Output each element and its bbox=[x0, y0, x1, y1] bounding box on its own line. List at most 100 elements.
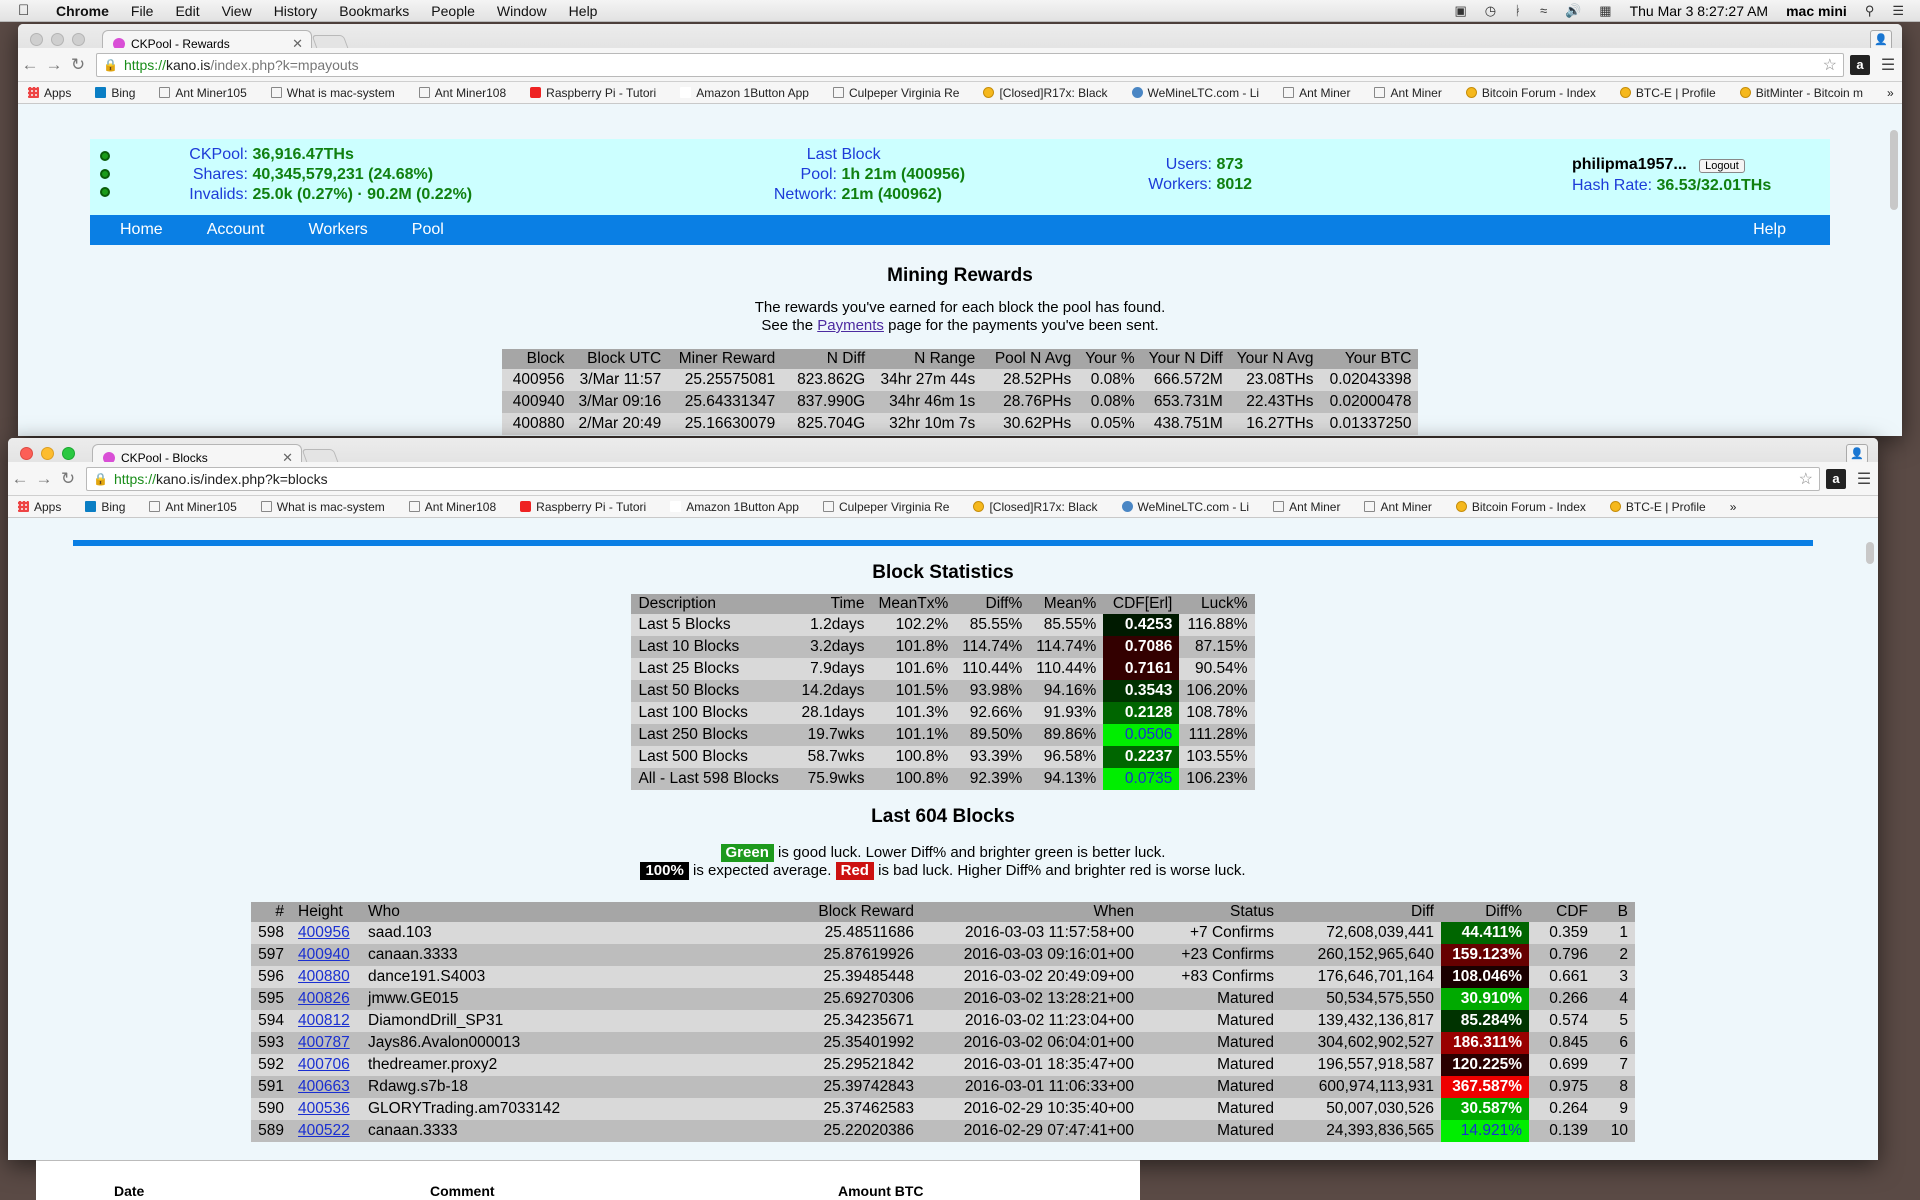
bookmark-item[interactable]: Raspberry Pi - Tutori bbox=[530, 86, 656, 100]
column-header[interactable]: Mean% bbox=[1029, 594, 1104, 614]
column-header[interactable]: CDF[Erl] bbox=[1103, 594, 1180, 614]
nav-account[interactable]: Account bbox=[207, 221, 265, 239]
nav-home[interactable]: Home bbox=[120, 221, 163, 239]
block-height-link[interactable]: 400956 bbox=[298, 924, 350, 941]
bookmark-item[interactable]: Ant Miner108 bbox=[408, 500, 496, 514]
column-header[interactable]: Block Reward bbox=[771, 902, 921, 922]
spotlight-icon[interactable]: ⚲ bbox=[1865, 3, 1875, 19]
bookmark-item[interactable]: Bitcoin Forum - Index bbox=[1455, 500, 1586, 514]
column-header[interactable]: Time bbox=[791, 594, 872, 614]
menu-window[interactable]: Window bbox=[497, 3, 547, 19]
column-header[interactable]: Height bbox=[291, 902, 361, 922]
bookmark-item[interactable]: Ant Miner bbox=[1273, 500, 1340, 514]
column-header[interactable]: Your BTC bbox=[1320, 349, 1419, 369]
menu-file[interactable]: File bbox=[131, 3, 154, 19]
rewards-scrollbar[interactable] bbox=[1890, 130, 1898, 210]
menu-clock[interactable]: Thu Mar 3 8:27:27 AM bbox=[1630, 3, 1769, 19]
menu-people[interactable]: People bbox=[431, 3, 475, 19]
block-height-link[interactable]: 400787 bbox=[298, 1034, 350, 1051]
minimize-button[interactable] bbox=[51, 33, 64, 46]
profile-icon[interactable]: 👤 bbox=[1870, 30, 1892, 50]
bookmark-item[interactable]: BTC-E | Profile bbox=[1619, 86, 1716, 100]
menu-user[interactable]: mac mini bbox=[1786, 3, 1847, 19]
bookmark-item[interactable]: Culpeper Virginia Re bbox=[832, 86, 959, 100]
bookmark-star-icon[interactable]: ☆ bbox=[1823, 55, 1837, 75]
bookmark-item[interactable]: [Closed]R17x: Black bbox=[983, 86, 1108, 100]
column-header[interactable]: N Range bbox=[872, 349, 983, 369]
minimize-button[interactable] bbox=[41, 447, 54, 460]
reload-icon[interactable]: ↻ bbox=[66, 55, 90, 75]
bookmark-item[interactable]: Apps bbox=[18, 500, 61, 514]
bookmark-item[interactable]: Ant Miner105 bbox=[149, 500, 237, 514]
block-height-link[interactable]: 400940 bbox=[298, 946, 350, 963]
bookmark-item[interactable]: What is mac-system bbox=[270, 86, 395, 100]
bookmark-item[interactable]: Bitcoin Forum - Index bbox=[1465, 86, 1596, 100]
column-header[interactable]: Pool N Avg bbox=[982, 349, 1079, 369]
column-header[interactable]: Status bbox=[1141, 902, 1281, 922]
profile-icon[interactable]: 👤 bbox=[1846, 444, 1868, 464]
chrome-menu-icon[interactable]: ☰ bbox=[1854, 469, 1874, 489]
forward-arrow-icon[interactable]: → bbox=[42, 55, 66, 75]
column-header[interactable]: Your N Diff bbox=[1141, 349, 1230, 369]
bookmark-item[interactable]: Bing bbox=[85, 500, 125, 514]
wifi-icon[interactable]: ≈ bbox=[1540, 3, 1547, 18]
notification-center-icon[interactable]: ☰ bbox=[1892, 3, 1904, 19]
bluetooth-icon[interactable]: ᛓ bbox=[1514, 3, 1522, 18]
bookmark-item[interactable]: WeMineLTC.com - Li bbox=[1131, 86, 1259, 100]
block-height-link[interactable]: 400812 bbox=[298, 1012, 350, 1029]
bookmark-item[interactable]: Amazon 1Button App bbox=[670, 500, 799, 514]
amazon-extension-icon[interactable]: a bbox=[1826, 468, 1846, 489]
volume-icon[interactable]: 🔊 bbox=[1565, 3, 1581, 19]
calendar-icon[interactable]: ▦ bbox=[1599, 3, 1611, 19]
bookmark-item[interactable]: Raspberry Pi - Tutori bbox=[520, 500, 646, 514]
column-header[interactable]: Your % bbox=[1078, 349, 1142, 369]
bookmarks-overflow-icon[interactable]: » bbox=[1887, 86, 1894, 100]
apple-icon[interactable]:  bbox=[18, 2, 40, 19]
forward-arrow-icon[interactable]: → bbox=[32, 469, 56, 489]
zoom-button[interactable] bbox=[62, 447, 75, 460]
bookmark-item[interactable]: Ant Miner108 bbox=[418, 86, 506, 100]
screen-mirror-icon[interactable]: ▣ bbox=[1455, 3, 1467, 19]
bookmark-item[interactable]: Amazon 1Button App bbox=[680, 86, 809, 100]
column-header[interactable]: N Diff bbox=[782, 349, 873, 369]
bookmark-item[interactable]: Ant Miner bbox=[1283, 86, 1350, 100]
bookmark-item[interactable]: Ant Miner105 bbox=[159, 86, 247, 100]
payments-link[interactable]: Payments bbox=[817, 317, 884, 334]
block-height-link[interactable]: 400522 bbox=[298, 1122, 350, 1139]
column-header[interactable]: Block UTC bbox=[571, 349, 669, 369]
address-bar[interactable]: 🔒 https:// kano.is /index.php?k=blocks ☆ bbox=[86, 466, 1820, 491]
bookmark-item[interactable]: BitMinter - Bitcoin m bbox=[1739, 86, 1863, 100]
column-header[interactable]: Miner Reward bbox=[668, 349, 783, 369]
bookmark-star-icon[interactable]: ☆ bbox=[1799, 469, 1813, 489]
menu-history[interactable]: History bbox=[274, 3, 318, 19]
bookmark-item[interactable]: Ant Miner bbox=[1364, 500, 1432, 514]
menu-app-name[interactable]: Chrome bbox=[56, 3, 109, 19]
column-header[interactable]: Diff bbox=[1281, 902, 1441, 922]
nav-help[interactable]: Help bbox=[1753, 221, 1786, 239]
back-arrow-icon[interactable]: ← bbox=[8, 469, 32, 489]
time-machine-icon[interactable]: ◷ bbox=[1485, 3, 1496, 19]
amazon-extension-icon[interactable]: a bbox=[1850, 54, 1870, 75]
block-height-link[interactable]: 400880 bbox=[298, 968, 350, 985]
column-header[interactable]: Who bbox=[361, 902, 771, 922]
column-header[interactable]: CDF bbox=[1529, 902, 1595, 922]
column-header[interactable]: Diff% bbox=[1441, 902, 1529, 922]
column-header[interactable]: Description bbox=[631, 594, 792, 614]
column-header[interactable]: When bbox=[921, 902, 1141, 922]
column-header[interactable]: # bbox=[251, 902, 291, 922]
nav-workers[interactable]: Workers bbox=[309, 221, 368, 239]
block-height-link[interactable]: 400536 bbox=[298, 1100, 350, 1117]
column-header[interactable]: Your N Avg bbox=[1229, 349, 1321, 369]
column-header[interactable]: B bbox=[1595, 902, 1635, 922]
address-bar[interactable]: 🔒 https:// kano.is /index.php?k=mpayouts… bbox=[96, 52, 1844, 77]
zoom-button[interactable] bbox=[72, 33, 85, 46]
chrome-menu-icon[interactable]: ☰ bbox=[1878, 55, 1898, 75]
close-button[interactable] bbox=[30, 33, 43, 46]
column-header[interactable]: Luck% bbox=[1179, 594, 1255, 614]
column-header[interactable]: Diff% bbox=[955, 594, 1030, 614]
close-button[interactable] bbox=[20, 447, 33, 460]
nav-pool[interactable]: Pool bbox=[412, 221, 444, 239]
menu-help[interactable]: Help bbox=[569, 3, 598, 19]
bookmark-item[interactable]: Apps bbox=[28, 86, 71, 100]
bookmark-item[interactable]: BTC-E | Profile bbox=[1609, 500, 1706, 514]
